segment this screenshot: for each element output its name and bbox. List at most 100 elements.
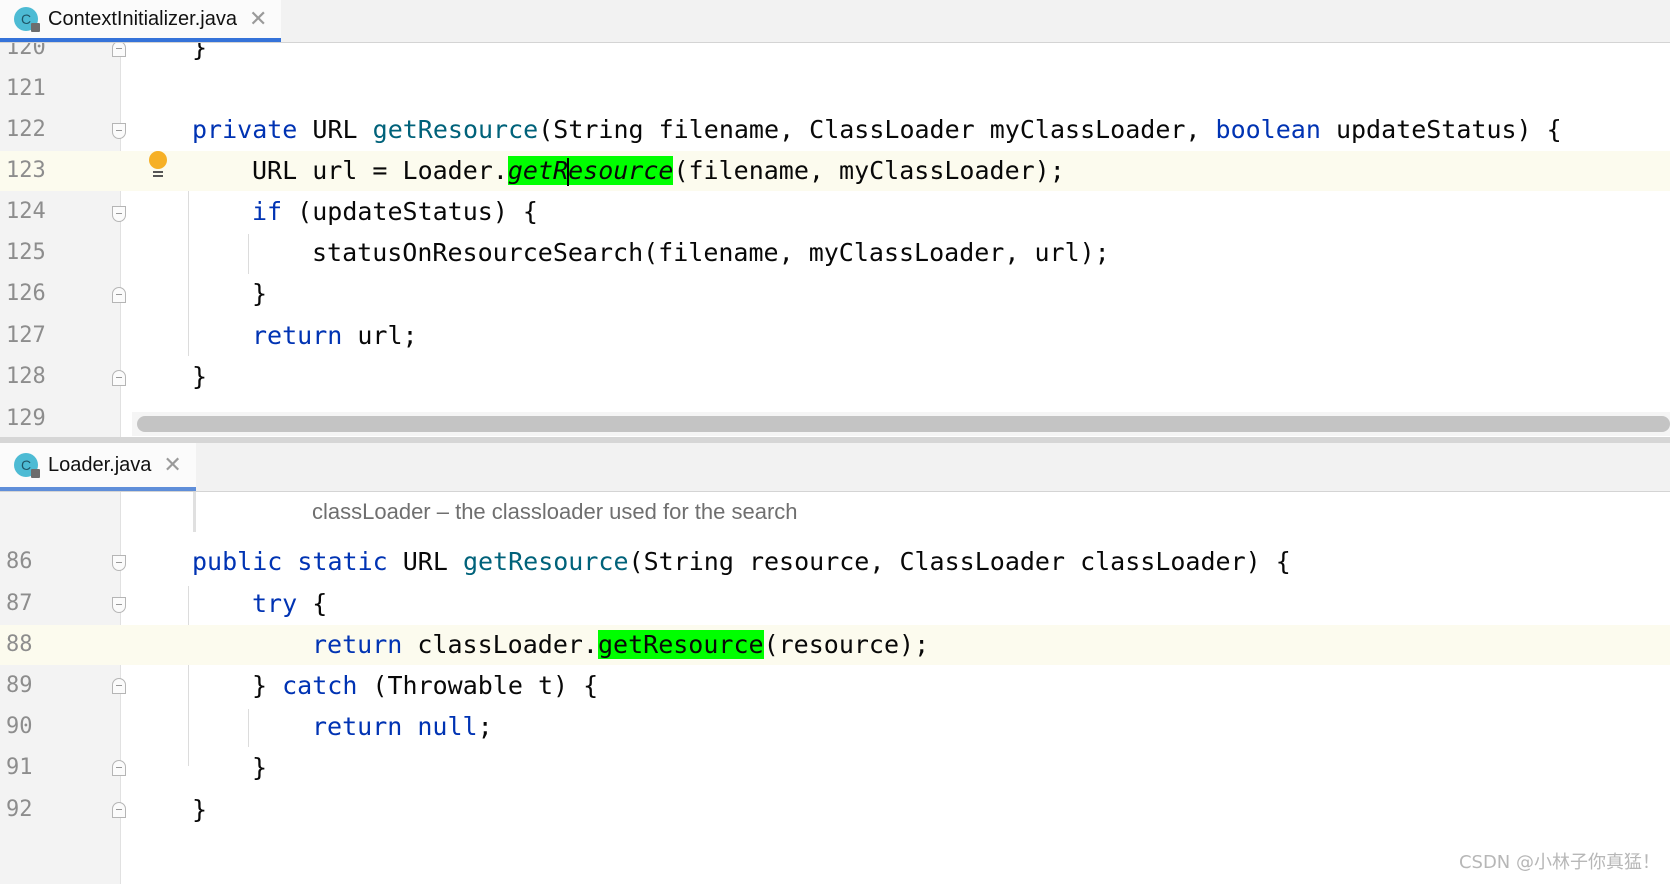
editor-pane-context-initializer[interactable]: 120 } 121 122 private URL getResource(St… — [0, 0, 1670, 440]
code-line[interactable]: 87 try { — [0, 584, 1670, 624]
code-text: if (updateStatus) { — [252, 192, 538, 232]
code-line[interactable]: 128 } — [0, 357, 1670, 397]
fold-marker-icon[interactable] — [112, 370, 126, 386]
code-text: URL url = Loader.getResource(filename, m… — [252, 151, 1065, 191]
keyword-boolean: boolean — [1215, 115, 1321, 144]
java-class-icon: C — [14, 453, 40, 478]
method-declaration[interactable]: getResource — [373, 115, 539, 144]
fold-marker-icon[interactable] — [112, 555, 126, 571]
code-fragment: ; — [477, 712, 493, 741]
line-number: 127 — [6, 323, 46, 348]
code-line[interactable]: 122 private URL getResource(String filen… — [0, 110, 1670, 150]
code-line[interactable]: 126 } — [0, 274, 1670, 314]
doc-comment-text: classLoader – the classloader used for t… — [312, 499, 798, 524]
line-number: 86 — [6, 549, 33, 574]
line-number: 89 — [6, 673, 33, 698]
code-line[interactable]: 90 return null; — [0, 707, 1670, 747]
keyword-catch: catch — [282, 671, 358, 700]
line-number: 124 — [6, 199, 46, 224]
code-line[interactable]: 124 if (updateStatus) { — [0, 192, 1670, 232]
keyword-return: return — [252, 321, 343, 350]
lightbulb-icon[interactable] — [148, 151, 168, 181]
code-text: } — [192, 795, 208, 824]
parameter-list: (String filename, ClassLoader myClassLoa… — [538, 115, 1216, 144]
lock-icon — [31, 23, 40, 32]
line-number: 128 — [6, 364, 46, 389]
code-fragment: (updateStatus) { — [282, 197, 538, 226]
line-number: 87 — [6, 591, 33, 616]
code-text: statusOnResourceSearch(filename, myClass… — [312, 238, 1110, 267]
return-type: URL — [312, 115, 358, 144]
fold-marker-icon[interactable] — [112, 287, 126, 303]
keyword-null: null — [417, 712, 478, 741]
code-text: public static URL getResource(String res… — [192, 542, 1291, 582]
method-call-part: getR — [507, 156, 569, 185]
parameter-list: updateStatus) { — [1320, 115, 1562, 144]
keyword-return: return — [312, 712, 403, 741]
tab-loader[interactable]: C Loader.java ✕ — [0, 443, 196, 491]
code-line[interactable]: 89 } catch (Throwable t) { — [0, 666, 1670, 706]
fold-marker-icon[interactable] — [112, 123, 126, 139]
close-icon[interactable]: ✕ — [163, 452, 181, 478]
code-line[interactable]: 91 } — [0, 748, 1670, 788]
line-number: 122 — [6, 117, 46, 142]
keyword-if: if — [252, 197, 283, 226]
code-line[interactable]: 92 } — [0, 790, 1670, 830]
code-fragment: (filename, myClassLoader); — [673, 156, 1065, 185]
editor-tab-bar: C ContextInitializer.java ✕ — [0, 0, 1670, 43]
code-fragment: URL url = Loader. — [252, 156, 508, 185]
code-fragment: (Throwable t) { — [357, 671, 599, 700]
tab-label: Loader.java — [48, 453, 152, 476]
tab-context-initializer[interactable]: C ContextInitializer.java ✕ — [0, 0, 282, 42]
highlighted-method-call[interactable]: getResource — [597, 630, 764, 659]
code-text: } — [192, 362, 208, 391]
horizontal-scrollbar-thumb[interactable] — [137, 416, 1670, 432]
code-fragment: { — [297, 589, 328, 618]
line-number: 125 — [6, 240, 46, 265]
code-line[interactable]: 86 public static URL getResource(String … — [0, 542, 1670, 582]
editor-tab-bar: C Loader.java ✕ — [0, 443, 1670, 492]
code-text: } catch (Throwable t) { — [252, 666, 598, 706]
close-icon[interactable]: ✕ — [249, 6, 267, 32]
fold-marker-icon[interactable] — [112, 206, 126, 222]
line-number: 129 — [6, 406, 46, 431]
tab-label: ContextInitializer.java — [48, 7, 237, 30]
line-number: 121 — [6, 76, 46, 101]
keyword-public: public — [192, 547, 283, 576]
keyword-try: try — [252, 589, 298, 618]
fold-marker-icon[interactable] — [112, 597, 126, 613]
rendered-doc-comment[interactable]: classLoader – the classloader used for t… — [0, 492, 1670, 532]
code-text: } — [252, 279, 268, 308]
fold-marker-icon[interactable] — [112, 760, 126, 776]
code-text: private URL getResource(String filename,… — [192, 110, 1562, 150]
line-number: 88 — [0, 625, 120, 665]
line-number: 91 — [6, 755, 33, 780]
line-number: 126 — [6, 281, 46, 306]
code-line[interactable]: 125 statusOnResourceSearch(filename, myC… — [0, 233, 1670, 273]
keyword-return: return — [312, 630, 403, 659]
lock-icon — [31, 469, 40, 478]
code-fragment: classLoader. — [402, 630, 598, 659]
fold-marker-icon[interactable] — [112, 678, 126, 694]
method-declaration[interactable]: getResource — [463, 547, 629, 576]
code-line[interactable]: 127 return url; — [0, 316, 1670, 356]
current-line[interactable]: 88 return classLoader.getResource(resour… — [0, 625, 1670, 665]
lightbulb-base — [153, 171, 163, 173]
code-text: return url; — [252, 316, 418, 356]
line-number: 90 — [6, 714, 33, 739]
code-fragment: } — [252, 671, 283, 700]
code-fragment: url; — [342, 321, 418, 350]
keyword-static: static — [297, 547, 388, 576]
code-line[interactable]: 121 — [0, 69, 1670, 109]
highlighted-method-call[interactable]: getResource — [507, 156, 674, 186]
code-text: try { — [252, 584, 327, 624]
current-line[interactable]: 123 URL url = Loader.getResource(filenam… — [0, 151, 1670, 191]
lightbulb-base — [153, 175, 163, 177]
lightbulb-glass — [149, 151, 167, 169]
fold-marker-icon[interactable] — [112, 41, 126, 57]
keyword-private: private — [192, 115, 298, 144]
line-number: 123 — [0, 151, 120, 191]
code-fragment: (resource); — [763, 630, 930, 659]
fold-marker-icon[interactable] — [112, 802, 126, 818]
java-class-icon: C — [14, 7, 40, 32]
